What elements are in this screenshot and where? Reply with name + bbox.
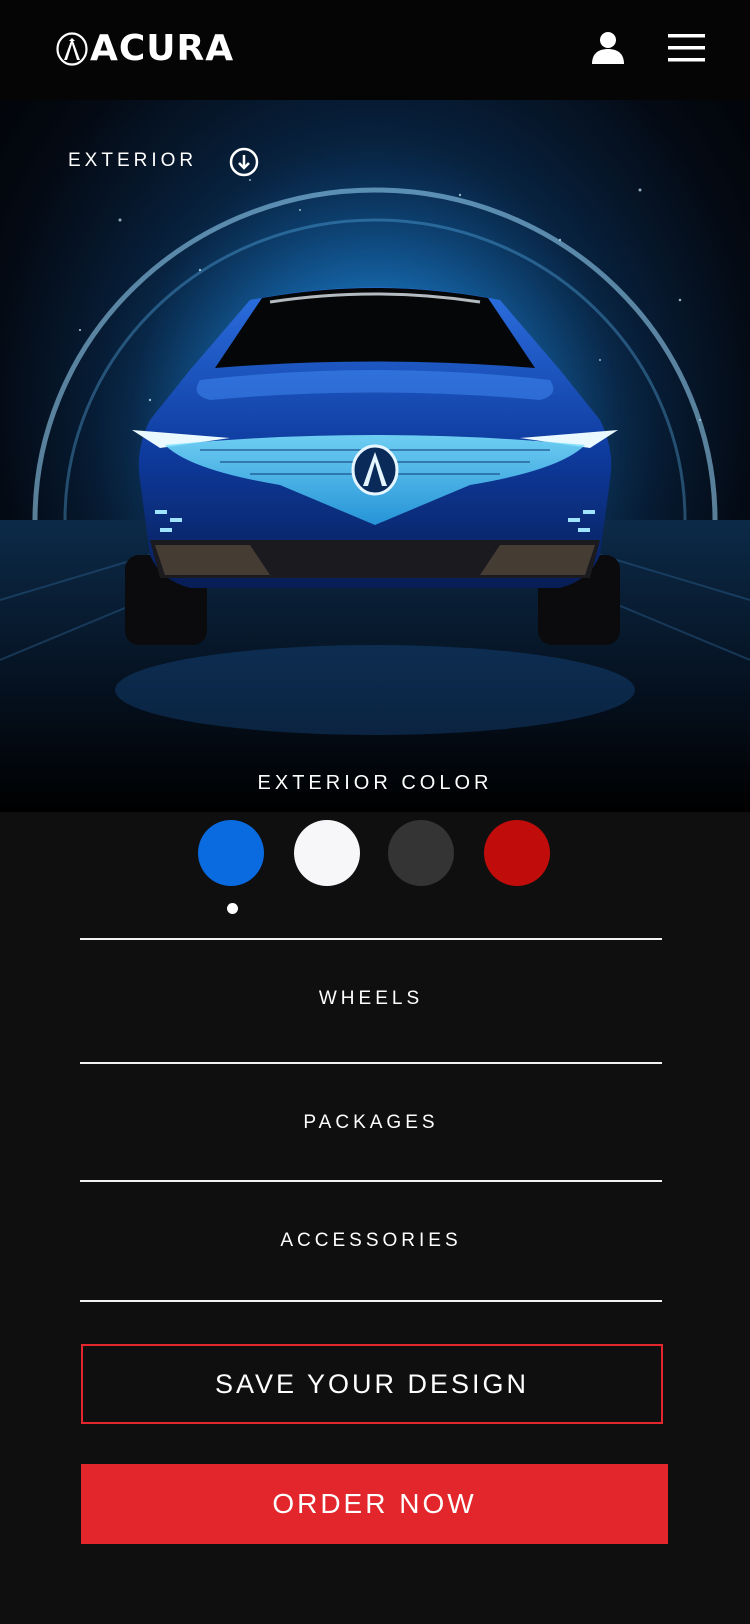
selected-swatch-indicator	[227, 903, 238, 914]
divider	[80, 1300, 662, 1302]
acura-logo-icon	[56, 32, 88, 66]
divider	[80, 938, 662, 940]
color-swatch-red[interactable]	[484, 820, 550, 886]
color-swatch-white[interactable]	[294, 820, 360, 886]
section-packages[interactable]: PACKAGES	[80, 1112, 662, 1134]
brand-name: ACURA	[90, 28, 235, 69]
save-design-button[interactable]: SAVE YOUR DESIGN	[81, 1344, 663, 1424]
order-now-button[interactable]: ORDER NOW	[81, 1464, 668, 1544]
vehicle-preview[interactable]	[0, 100, 750, 812]
divider	[80, 1180, 662, 1182]
vehicle-render	[0, 100, 750, 812]
color-swatch-gray[interactable]	[388, 820, 454, 886]
acura-logo[interactable]: ACURA	[56, 28, 235, 69]
top-nav-bar: ACURA	[0, 0, 750, 100]
section-wheels[interactable]: WHEELS	[80, 988, 662, 1010]
download-circle-icon[interactable]	[229, 147, 259, 177]
menu-icon[interactable]	[668, 34, 705, 62]
exterior-color-title: EXTERIOR COLOR	[257, 772, 493, 794]
account-icon[interactable]	[590, 30, 626, 66]
color-swatch-blue[interactable]	[198, 820, 264, 886]
section-accessories[interactable]: ACCESSORIES	[80, 1230, 662, 1252]
divider	[80, 1062, 662, 1064]
view-label: EXTERIOR	[68, 150, 198, 171]
